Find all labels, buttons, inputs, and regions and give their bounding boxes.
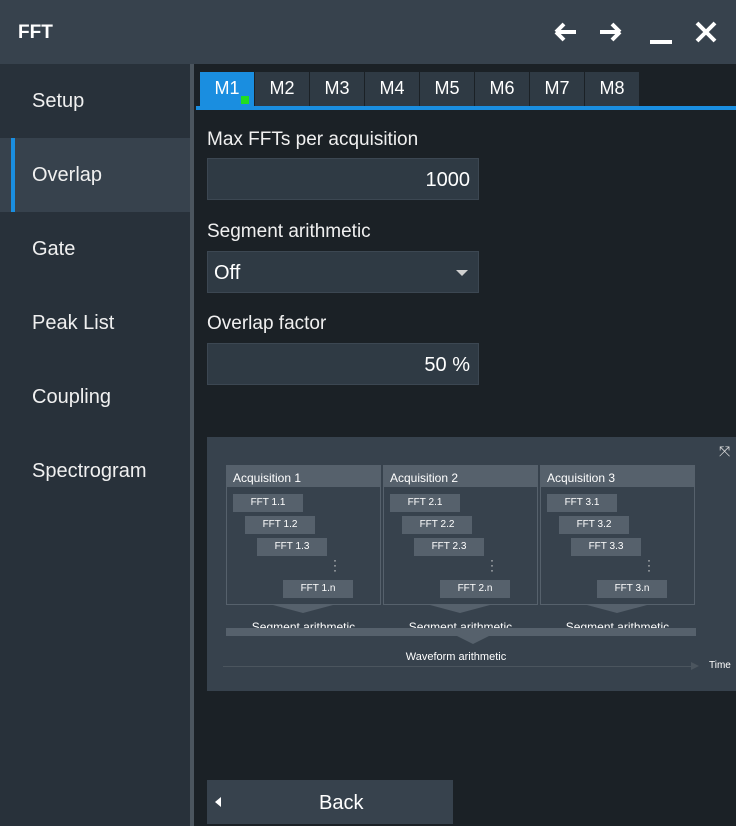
tab-bar: M1 M2 M3 M4 M5 M6 M7 M8 — [196, 68, 736, 110]
waveform-bar — [226, 628, 696, 636]
tab-m8[interactable]: M8 — [585, 72, 639, 106]
tab-label: M8 — [599, 78, 625, 98]
arrow-right-icon — [691, 662, 699, 670]
sidebar-item-overlap[interactable]: Overlap — [0, 138, 190, 212]
tab-m2[interactable]: M2 — [255, 72, 309, 106]
tab-label: M3 — [324, 78, 350, 98]
triangle-left-icon — [215, 797, 221, 807]
segment-arithmetic-value: Off — [214, 262, 241, 284]
max-ffts-field[interactable]: 1000 — [207, 158, 479, 200]
merge-arrow — [273, 605, 333, 613]
sidebar-item-label: Spectrogram — [32, 460, 147, 482]
close-icon[interactable] — [688, 14, 724, 50]
segment-arithmetic-select[interactable]: Off — [207, 251, 479, 293]
tab-m7[interactable]: M7 — [530, 72, 584, 106]
tab-m6[interactable]: M6 — [475, 72, 529, 106]
acquisition-box: Acquisition 2 FFT 2.1 FFT 2.2 FFT 2.3 · ·… — [383, 465, 538, 605]
merge-arrow — [587, 605, 647, 613]
acquisition-title: Acquisition 3 — [541, 466, 694, 487]
overlap-factor-value: 50 % — [424, 354, 470, 376]
sidebar-item-peak-list[interactable]: Peak List — [0, 286, 190, 360]
active-indicator — [241, 96, 249, 104]
fft-box: FFT 2.3 — [414, 538, 484, 556]
sidebar-item-setup[interactable]: Setup — [0, 64, 190, 138]
fft-box: FFT 3.1 — [547, 494, 617, 512]
tab-label: M4 — [379, 78, 405, 98]
waveform-arithmetic-caption: Waveform arithmetic — [405, 651, 507, 663]
merge-arrow — [430, 605, 490, 613]
back-button[interactable]: Back — [207, 780, 453, 824]
fft-box: FFT 1.1 — [233, 494, 303, 512]
ellipsis-icon: · · · — [490, 553, 494, 577]
fft-box: FFT 1.n — [283, 580, 353, 598]
overlap-factor-field[interactable]: 50 % — [207, 343, 479, 385]
ellipsis-icon: · · · — [647, 553, 651, 577]
overlap-diagram: ⤧ Acquisition 1 FFT 1.1 FFT 1.2 FFT 1.3 … — [207, 437, 736, 691]
overlap-factor-label: Overlap factor — [207, 313, 327, 334]
fft-box: FFT 2.1 — [390, 494, 460, 512]
window-title: FFT — [18, 22, 53, 43]
sidebar-item-label: Overlap — [32, 164, 103, 186]
tab-label: M5 — [434, 78, 460, 98]
fft-box: FFT 3.2 — [559, 516, 629, 534]
ellipsis-icon: · · · — [333, 553, 337, 577]
acquisition-title: Acquisition 1 — [227, 466, 380, 487]
time-axis-label: Time — [709, 660, 731, 671]
tab-label: M2 — [269, 78, 295, 98]
sidebar-item-spectrogram[interactable]: Spectrogram — [0, 434, 190, 508]
title-bar: FFT — [0, 0, 736, 64]
acquisition-box: Acquisition 3 FFT 3.1 FFT 3.2 FFT 3.3 · ·… — [540, 465, 695, 605]
merge-arrow — [457, 636, 489, 644]
acquisition-title: Acquisition 2 — [384, 466, 537, 487]
sidebar: Setup Overlap Gate Peak List Coupling Sp… — [0, 64, 190, 826]
max-ffts-label: Max FFTs per acquisition — [207, 129, 419, 150]
tab-label: M6 — [489, 78, 515, 98]
acquisition-box: Acquisition 1 FFT 1.1 FFT 1.2 FFT 1.3 · ·… — [226, 465, 381, 605]
sidebar-item-label: Setup — [32, 90, 85, 112]
sidebar-divider[interactable] — [190, 64, 194, 826]
tab-label: M7 — [544, 78, 570, 98]
arrow-left-icon[interactable] — [548, 14, 584, 50]
arrow-right-icon[interactable] — [592, 14, 628, 50]
time-axis — [223, 666, 693, 667]
fft-box: FFT 2.2 — [402, 516, 472, 534]
minimize-icon[interactable] — [644, 14, 680, 50]
sidebar-item-label: Coupling — [32, 386, 111, 408]
tab-m4[interactable]: M4 — [365, 72, 419, 106]
segment-arithmetic-label: Segment arithmetic — [207, 221, 371, 242]
max-ffts-value: 1000 — [425, 169, 471, 191]
sidebar-item-label: Gate — [32, 238, 76, 260]
fft-box: FFT 1.2 — [245, 516, 315, 534]
fft-box: FFT 3.3 — [571, 538, 641, 556]
sidebar-item-gate[interactable]: Gate — [0, 212, 190, 286]
chevron-down-icon — [456, 270, 468, 276]
tab-m3[interactable]: M3 — [310, 72, 364, 106]
fft-box: FFT 2.n — [440, 580, 510, 598]
sidebar-item-coupling[interactable]: Coupling — [0, 360, 190, 434]
fft-box: FFT 1.3 — [257, 538, 327, 556]
fft-box: FFT 3.n — [597, 580, 667, 598]
tab-underline — [196, 106, 736, 110]
sidebar-item-label: Peak List — [32, 312, 115, 334]
expand-icon[interactable]: ⤧ — [719, 443, 730, 460]
back-label: Back — [319, 792, 364, 814]
tab-m5[interactable]: M5 — [420, 72, 474, 106]
tab-m1[interactable]: M1 — [200, 72, 254, 106]
